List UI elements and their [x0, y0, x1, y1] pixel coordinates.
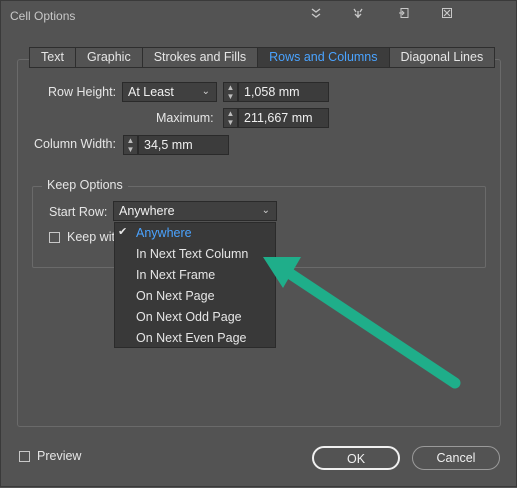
ok-button[interactable]: OK	[312, 446, 400, 470]
cell-options-dialog: Cell Options Text Graphic Strokes and Fi…	[0, 0, 517, 487]
annotation-arrow	[263, 257, 461, 389]
preview-label: Preview	[37, 449, 82, 463]
cancel-button[interactable]: Cancel	[412, 446, 500, 470]
preview-checkbox[interactable]	[19, 451, 30, 462]
